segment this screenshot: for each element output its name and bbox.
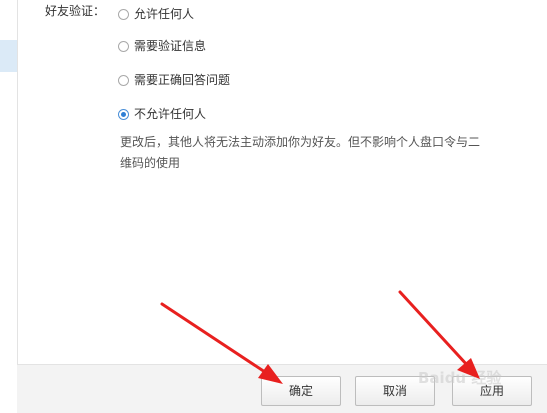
radio-button-require-verification[interactable] — [118, 40, 129, 52]
radio-label-require-verification: 需要验证信息 — [134, 39, 207, 53]
radio-button-disallow-anyone[interactable] — [118, 108, 129, 120]
friend-verification-settings-page: 好友验证： 允许任何人 需要验证信息 需要正确回答问题 不允许任何人 更改后，其… — [0, 0, 547, 413]
friend-verification-label: 好友验证： — [45, 4, 106, 18]
apply-button[interactable]: 应用 — [452, 376, 532, 406]
radio-button-allow-anyone[interactable] — [118, 8, 129, 20]
verification-description: 更改后，其他人将无法主动添加你为好友。但不影响个人盘口令与二维码的使用 — [120, 135, 481, 170]
radio-option-disallow-anyone[interactable]: 不允许任何人 — [118, 106, 206, 122]
cancel-button[interactable]: 取消 — [355, 376, 435, 406]
radio-label-require-answer: 需要正确回答问题 — [134, 73, 231, 87]
radio-label-allow-anyone: 允许任何人 — [134, 7, 195, 21]
radio-option-allow-anyone[interactable]: 允许任何人 — [118, 6, 194, 22]
settings-sidebar — [0, 0, 18, 413]
radio-button-require-answer[interactable] — [118, 74, 129, 86]
annotation-arrows — [160, 290, 480, 384]
radio-option-require-answer[interactable]: 需要正确回答问题 — [118, 72, 230, 88]
radio-label-disallow-anyone: 不允许任何人 — [134, 107, 207, 121]
ok-button[interactable]: 确定 — [261, 376, 341, 406]
radio-option-require-verification[interactable]: 需要验证信息 — [118, 38, 206, 54]
sidebar-active-item[interactable] — [0, 40, 17, 72]
